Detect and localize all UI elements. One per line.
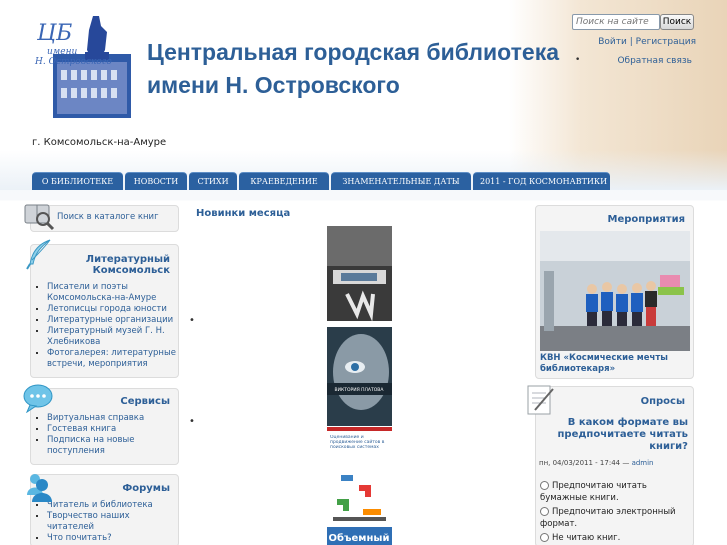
poll-option[interactable]: Предпочитаю электронный формат. bbox=[540, 506, 690, 530]
feedback-link[interactable]: Обратная связь bbox=[617, 56, 692, 66]
site-title[interactable]: Центральная городская библиотека имени Н… bbox=[147, 36, 577, 102]
notepad-icon bbox=[527, 385, 554, 415]
literary-list: Писатели и поэты Комсомольска-на-Амуре Л… bbox=[31, 282, 178, 370]
book-3-title: Оценивание и продвижение сайтов в поиско… bbox=[330, 435, 385, 450]
feedback-bullet: • bbox=[575, 55, 581, 65]
nav-tab-local-history[interactable]: КРАЕВЕДЕНИЕ bbox=[239, 172, 329, 190]
services-list: Виртуальная справка Гостевая книга Подпи… bbox=[31, 413, 178, 457]
poll-option[interactable]: Предпочитаю читать бумажные книги. bbox=[540, 480, 690, 504]
people-icon bbox=[27, 474, 52, 502]
list-item-label: Читатель и библиотека bbox=[47, 500, 153, 510]
catalog-search-link[interactable]: Поиск в каталоге книг bbox=[57, 212, 159, 222]
list-item[interactable]: Литературные организации bbox=[47, 315, 178, 326]
polls-title: Опросы bbox=[640, 396, 685, 407]
poll-author-link[interactable]: admin bbox=[632, 459, 654, 467]
poll-question: В каком формате вы предпочитаете читать … bbox=[557, 417, 689, 452]
list-item[interactable]: Писатели и поэты Комсомольска-на-Амуре bbox=[47, 282, 178, 304]
book-4-title: Объемный bbox=[329, 532, 390, 544]
logo-name: Н. Островского bbox=[34, 57, 112, 67]
logo-word: имени bbox=[47, 47, 78, 57]
search-button[interactable]: Поиск bbox=[660, 14, 694, 30]
list-item[interactable]: Гостевая книга bbox=[47, 424, 178, 435]
nav-tab-cosmonautics[interactable]: 2011 - ГОД КОСМОНАВТИКИ bbox=[473, 172, 610, 190]
poll-option-label: Предпочитаю электронный формат. bbox=[540, 507, 676, 529]
list-item-label: Подписка на новые поступления bbox=[47, 435, 135, 456]
poll-option-label: Предпочитаю читать бумажные книги. bbox=[540, 481, 647, 503]
poll-option[interactable]: Не читаю книг. bbox=[540, 532, 690, 544]
book-bullet: • bbox=[189, 416, 195, 427]
book-cover-3[interactable]: Оценивание и продвижение сайтов в поиско… bbox=[327, 427, 392, 527]
search-input[interactable] bbox=[572, 14, 660, 30]
poll-meta-separator: — bbox=[620, 459, 632, 467]
book-cover-4[interactable]: Объемный bbox=[327, 527, 392, 545]
page: ЦБ имени Н. Островского Центральная горо… bbox=[0, 0, 727, 545]
book-cover-2[interactable]: ВИКТОРИЯ ПЛАТОВА bbox=[327, 327, 392, 426]
nav-tab-news[interactable]: НОВОСТИ bbox=[125, 172, 187, 190]
poll-meta: пн, 04/03/2011 - 17:44 — admin bbox=[539, 459, 654, 467]
quill-icon bbox=[26, 239, 51, 270]
list-item[interactable]: Творчество наших читателей bbox=[47, 511, 178, 533]
list-item[interactable]: Что почитать? bbox=[47, 533, 178, 544]
site-slogan: г. Комсомольск-на-Амуре bbox=[32, 137, 167, 148]
list-item[interactable]: Виртуальная справка bbox=[47, 413, 178, 424]
list-item-label: Литературный музей Г. Н. Хлебникова bbox=[47, 326, 165, 347]
book-cover-1[interactable] bbox=[327, 226, 392, 321]
events-block: Мероприятия КВН «Космические мечты библи… bbox=[535, 205, 694, 379]
list-item-label: Гостевая книга bbox=[47, 424, 117, 434]
list-item[interactable]: Фотогалерея: литературные встречи, мероп… bbox=[47, 348, 178, 370]
user-links-separator: | bbox=[626, 37, 636, 47]
book-bullet: • bbox=[189, 315, 195, 326]
list-item-label: Летописцы города юности bbox=[47, 304, 167, 314]
library-logo[interactable]: ЦБ имени Н. Островского bbox=[33, 14, 133, 120]
nav-tab-poems[interactable]: СТИХИ bbox=[189, 172, 237, 190]
list-item-label: Писатели и поэты Комсомольска-на-Амуре bbox=[47, 282, 157, 303]
register-link[interactable]: Регистрация bbox=[636, 37, 696, 47]
events-title: Мероприятия bbox=[607, 214, 685, 225]
event-caption[interactable]: КВН «Космические мечты библиотекаря» bbox=[540, 353, 690, 375]
list-item-label: Виртуальная справка bbox=[47, 413, 145, 423]
nav-tab-dates[interactable]: ЗНАМЕНАТЕЛЬНЫЕ ДАТЫ bbox=[331, 172, 471, 190]
forums-list: Читатель и библиотека Творчество наших ч… bbox=[31, 500, 178, 544]
main-nav: О БИБЛИОТЕКЕ НОВОСТИ СТИХИ КРАЕВЕДЕНИЕ З… bbox=[32, 172, 610, 190]
list-item-label: Творчество наших читателей bbox=[47, 511, 130, 532]
poll-option-radio[interactable] bbox=[540, 481, 549, 490]
list-item-label: Литературные организации bbox=[47, 315, 174, 325]
poll-option-radio[interactable] bbox=[540, 507, 549, 516]
user-links: Войти | Регистрация bbox=[598, 37, 696, 47]
poll-date: пн, 04/03/2011 - 17:44 bbox=[539, 459, 621, 467]
list-item-label: Что почитать? bbox=[47, 533, 112, 543]
list-item-label: Фотогалерея: литературные встречи, мероп… bbox=[47, 348, 176, 369]
nav-tab-about[interactable]: О БИБЛИОТЕКЕ bbox=[32, 172, 123, 190]
list-item[interactable]: Читатель и библиотека bbox=[47, 500, 178, 511]
list-item[interactable]: Летописцы города юности bbox=[47, 304, 178, 315]
list-item[interactable]: Подписка на новые поступления bbox=[47, 435, 178, 457]
book-search-icon bbox=[24, 204, 55, 231]
poll-option-label: Не читаю книг. bbox=[552, 533, 621, 543]
logo-letters: ЦБ bbox=[36, 21, 72, 46]
new-books-title: Новинки месяца bbox=[196, 208, 291, 219]
poll-option-radio[interactable] bbox=[540, 533, 549, 542]
list-item[interactable]: Литературный музей Г. Н. Хлебникова bbox=[47, 326, 178, 348]
speech-bubble-icon bbox=[23, 384, 53, 413]
polls-block: Опросы В каком формате вы предпочитаете … bbox=[535, 386, 694, 545]
login-link[interactable]: Войти bbox=[598, 37, 627, 47]
event-photo[interactable] bbox=[540, 231, 690, 351]
book-2-author: ВИКТОРИЯ ПЛАТОВА bbox=[335, 387, 385, 393]
